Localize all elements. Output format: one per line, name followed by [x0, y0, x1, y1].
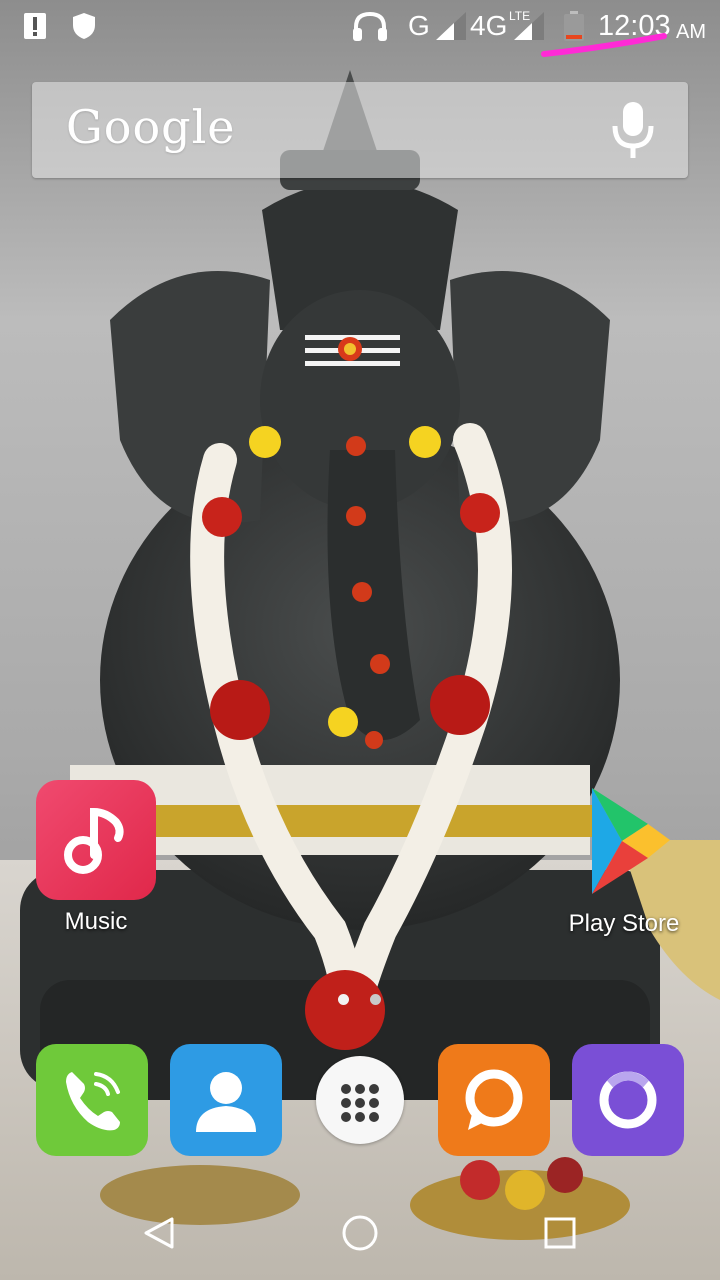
navigation-bar — [0, 1186, 720, 1280]
alert-notification-icon — [24, 0, 46, 52]
music-label: Music — [64, 908, 128, 935]
music-icon — [36, 780, 156, 900]
annotation-underline — [541, 33, 667, 57]
browser-icon[interactable] — [572, 1044, 684, 1156]
status-ampm: AM — [676, 20, 706, 43]
home-icon — [342, 1215, 378, 1251]
recents-button[interactable] — [500, 1186, 620, 1280]
page-indicator-dot-active[interactable] — [338, 994, 349, 1005]
headphones-icon — [352, 0, 388, 52]
network-type-label: G — [408, 10, 430, 41]
play-store-app[interactable]: Play Store — [549, 782, 699, 938]
page-indicator-dot[interactable] — [370, 994, 381, 1005]
app-drawer-icon[interactable] — [316, 1056, 404, 1144]
microphone-icon[interactable] — [610, 100, 656, 160]
back-button[interactable] — [100, 1186, 220, 1280]
google-search-bar[interactable]: Google — [32, 82, 688, 178]
messaging-icon[interactable] — [438, 1044, 550, 1156]
google-logo: Google — [66, 100, 236, 154]
contacts-icon[interactable] — [170, 1044, 282, 1156]
signal-strength-icon-1 — [436, 0, 466, 52]
shield-icon — [72, 0, 96, 52]
recents-icon — [544, 1217, 576, 1249]
phone-icon[interactable] — [36, 1044, 148, 1156]
play-store-label: Play Store — [568, 910, 680, 937]
play-store-icon — [564, 782, 684, 902]
status-bar: G 4G LTE 12:03 AM — [0, 0, 720, 57]
music-app[interactable]: Music — [21, 780, 171, 936]
back-icon — [144, 1217, 174, 1249]
home-button[interactable] — [300, 1186, 420, 1280]
data-type-label: 4G — [470, 10, 508, 41]
